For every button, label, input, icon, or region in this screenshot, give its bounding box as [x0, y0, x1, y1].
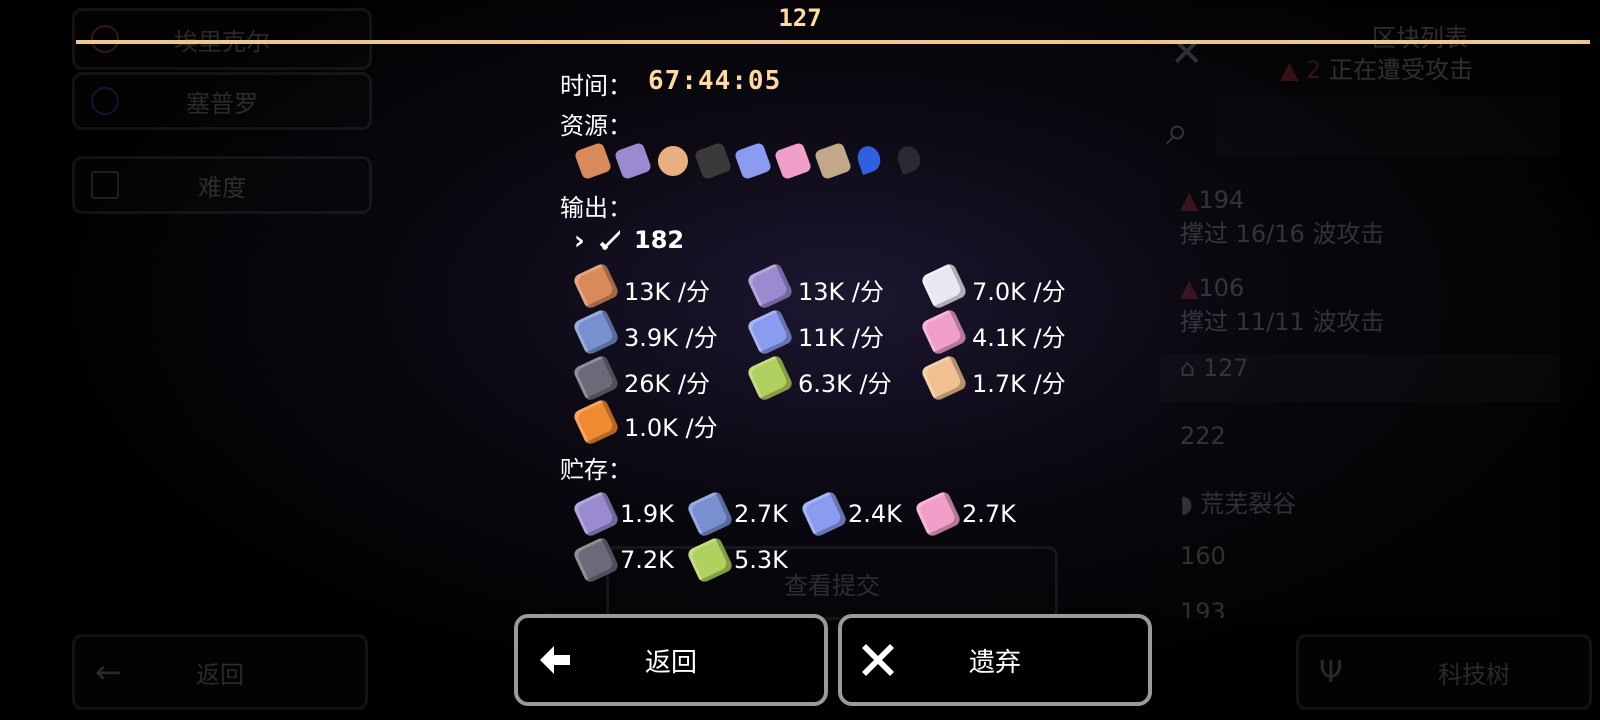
- copper-output-rate: 13K /分: [624, 272, 710, 307]
- tech-tree-icon: Ψ: [1319, 654, 1343, 690]
- warning-icon: ▲: [1180, 274, 1199, 302]
- rate-unit: /分: [1025, 278, 1066, 306]
- sector-number: 193: [1180, 598, 1226, 618]
- warning-icon: ▲: [1180, 186, 1199, 214]
- rate-value: 6.3K: [798, 370, 852, 398]
- back-button[interactable]: 返回: [514, 614, 828, 706]
- rate-unit: /分: [677, 324, 718, 352]
- sector-number: 222: [1180, 422, 1226, 450]
- back-button-label: 返回: [644, 647, 697, 678]
- arrow-left-icon: ←: [95, 653, 122, 691]
- sector-number: 127: [1202, 354, 1249, 382]
- silicon-storage-amount: 7.2K: [620, 546, 674, 574]
- home-icon: ⌂: [1180, 354, 1196, 382]
- rate-value: 1.0K: [624, 414, 678, 442]
- metaglass-output-rate: 7.0K /分: [972, 272, 1066, 307]
- lead-storage-amount: 1.9K: [620, 500, 674, 528]
- list-icon: [91, 171, 119, 199]
- rate-unit: /分: [677, 414, 718, 442]
- rate-value: 7.0K: [972, 278, 1026, 306]
- graphite-storage-amount: 2.7K: [734, 500, 788, 528]
- bg-back-button[interactable]: ← 返回: [72, 634, 368, 710]
- bg-back-label: 返回: [196, 660, 244, 689]
- planet-icon: [91, 87, 119, 115]
- under-attack-count: 2: [1306, 56, 1322, 84]
- sector-row[interactable]: 222: [1160, 422, 1560, 450]
- rate-unit: /分: [670, 370, 710, 398]
- time-label: 时间：: [560, 72, 632, 100]
- rate-value: 26K: [624, 370, 671, 398]
- rate-unit: /分: [670, 278, 710, 306]
- titanium-storage-amount: 2.4K: [848, 500, 902, 528]
- rate-value: 3.9K: [624, 324, 678, 352]
- tech-tree-button[interactable]: Ψ 科技树: [1296, 634, 1592, 710]
- chevron-right-icon[interactable]: ›: [574, 226, 585, 256]
- under-attack-text: 正在遭受攻击: [1329, 56, 1474, 84]
- rate-value: 13K: [798, 278, 845, 306]
- silicon-output-rate: 26K /分: [624, 364, 710, 399]
- close-icon[interactable]: ✕: [1170, 30, 1204, 76]
- thorium-output-rate: 4.1K /分: [972, 318, 1066, 353]
- titanium-output-rate: 11K /分: [798, 318, 884, 353]
- menu-item-label: 塞普罗: [186, 89, 258, 118]
- sector-row[interactable]: ◗ 荒芜裂谷: [1160, 484, 1560, 519]
- sector-number-title: 127: [778, 4, 822, 32]
- unit-icon: [598, 226, 624, 252]
- sector-row[interactable]: 160: [1160, 542, 1560, 570]
- rate-unit: /分: [1025, 324, 1066, 352]
- top-progress-bar: [76, 40, 1590, 44]
- rate-value: 13K: [624, 278, 671, 306]
- search-input[interactable]: [1216, 96, 1560, 156]
- rate-unit: /分: [844, 324, 884, 352]
- rate-unit: /分: [844, 278, 884, 306]
- view-submission-label: 查看提交: [784, 571, 880, 600]
- rate-unit: /分: [851, 370, 892, 398]
- rate-unit: /分: [1025, 370, 1066, 398]
- rate-value: 11K: [798, 324, 845, 352]
- sector-row[interactable]: ▲194 撑过 16/16 波攻击: [1160, 186, 1560, 249]
- sector-status: 撑过 16/16 波攻击: [1180, 220, 1385, 248]
- under-attack-row: ▲ 2 正在遭受攻击: [1160, 50, 1560, 85]
- graphite-output-rate: 3.9K /分: [624, 318, 718, 353]
- resources-label: 资源：: [560, 112, 632, 140]
- rift-icon: ◗: [1180, 490, 1193, 518]
- sector-status: 撑过 11/11 波攻击: [1180, 308, 1385, 336]
- sector-number: 荒芜裂谷: [1200, 490, 1297, 518]
- abandon-button[interactable]: 遗弃: [838, 614, 1152, 706]
- surge-output-rate: 1.0K /分: [624, 408, 718, 443]
- tech-tree-label: 科技树: [1438, 660, 1510, 689]
- thorium-storage-amount: 2.7K: [962, 500, 1016, 528]
- unit-count: 182: [634, 226, 685, 254]
- difficulty-button[interactable]: 难度: [72, 156, 372, 214]
- menu-item-planet-2[interactable]: 塞普罗: [72, 72, 372, 130]
- rate-value: 1.7K: [972, 370, 1026, 398]
- sector-row-current[interactable]: ⌂ 127: [1160, 354, 1560, 402]
- output-label: 输出：: [560, 194, 632, 222]
- difficulty-label: 难度: [198, 173, 246, 202]
- search-icon[interactable]: ⌕: [1166, 108, 1188, 154]
- rate-value: 4.1K: [972, 324, 1026, 352]
- phase-output-rate: 1.7K /分: [972, 364, 1066, 399]
- sector-row[interactable]: 193: [1160, 598, 1560, 618]
- warning-icon: ▲: [1280, 56, 1299, 84]
- sector-number: 160: [1180, 542, 1226, 570]
- lead-output-rate: 13K /分: [798, 272, 884, 307]
- sector-row[interactable]: ▲106 撑过 11/11 波攻击: [1160, 274, 1560, 337]
- time-value: 67:44:05: [648, 66, 782, 96]
- plastanium-output-rate: 6.3K /分: [798, 364, 892, 399]
- abandon-button-label: 遗弃: [968, 647, 1021, 678]
- sector-number: 106: [1198, 274, 1245, 302]
- storage-label: 贮存：: [560, 456, 632, 484]
- sector-number: 194: [1198, 186, 1245, 214]
- plastanium-storage-amount: 5.3K: [734, 546, 788, 574]
